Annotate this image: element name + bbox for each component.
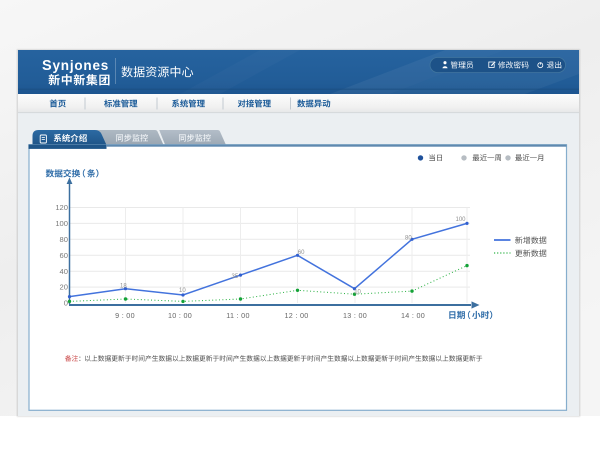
svg-text:10: 10	[179, 288, 186, 294]
svg-text:80: 80	[405, 235, 412, 241]
svg-text:12 : 00: 12 : 00	[284, 311, 308, 320]
svg-text:10 : 00: 10 : 00	[168, 311, 192, 320]
svg-text:60: 60	[298, 250, 305, 256]
svg-text:100: 100	[55, 219, 68, 228]
svg-text:14 : 00: 14 : 00	[401, 311, 425, 320]
svg-text:11 : 00: 11 : 00	[226, 311, 250, 320]
svg-text:80: 80	[60, 235, 68, 244]
svg-text:20: 20	[60, 283, 68, 292]
svg-text:0: 0	[64, 299, 68, 308]
svg-text:100: 100	[456, 217, 467, 223]
svg-text:35: 35	[232, 274, 239, 280]
svg-text:13 : 00: 13 : 00	[343, 311, 367, 320]
svg-text:60: 60	[60, 251, 68, 260]
svg-text:10: 10	[354, 289, 361, 295]
svg-text:Synjones: Synjones	[42, 58, 109, 74]
svg-text:18: 18	[120, 283, 127, 289]
svg-text:9 : 00: 9 : 00	[115, 311, 135, 320]
svg-text:40: 40	[60, 267, 68, 276]
svg-text:120: 120	[55, 203, 68, 212]
